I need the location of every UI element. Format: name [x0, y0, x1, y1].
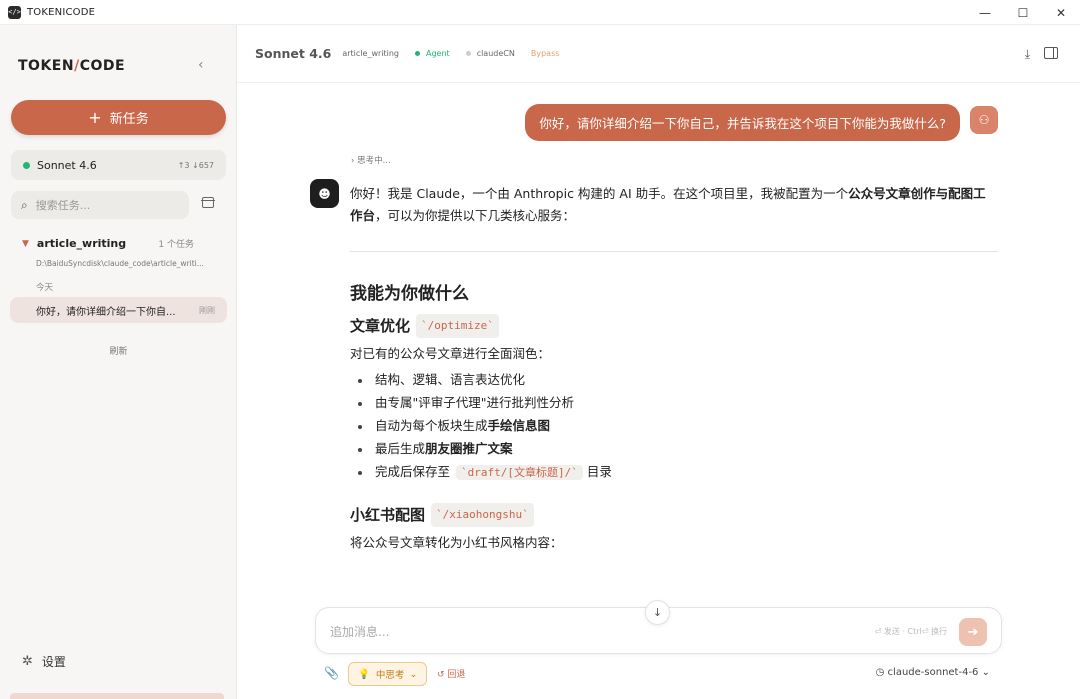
draft-path-code: `draft/[文章标题]/` — [456, 465, 583, 480]
message-placeholder: 追加消息... — [330, 625, 390, 639]
app-title: TOKENICODE — [27, 6, 96, 18]
optimize-desc: 对已有的公众号文章进行全面润色： — [350, 346, 551, 361]
project-task-count: 1 个任务 — [158, 240, 194, 250]
sidebar-bottom-strip — [10, 693, 224, 699]
model-select[interactable]: ◷ claude-sonnet-4-6 ⌄ — [876, 667, 990, 678]
tag-provider: claudeCN — [465, 49, 515, 58]
new-task-button[interactable]: + 新任务 — [11, 100, 226, 135]
token-count: ↑3 ↓657 — [177, 160, 214, 170]
collapse-sidebar-icon[interactable]: ‹ — [198, 57, 204, 73]
close-icon[interactable]: ✕ — [1042, 0, 1080, 25]
rollback-button[interactable]: ↺ 回退 — [437, 667, 465, 680]
thinking-toggle[interactable]: › 思考中... — [351, 154, 391, 166]
subsection-xiaohongshu-heading: 小红书配图 `/xiaohongshu` — [350, 503, 998, 527]
section-heading: 我能为你做什么 — [350, 284, 469, 304]
agent-dot-icon — [415, 51, 420, 56]
project-name: article_writing — [36, 237, 127, 250]
maximize-icon[interactable]: ☐ — [1004, 0, 1042, 25]
assistant-avatar-icon: ☻ — [310, 179, 339, 208]
assistant-message: 你好！我是 Claude，一个由 Anthropic 构建的 AI 助手。在这个… — [350, 183, 998, 558]
chat-area[interactable]: 你好，请你详细介绍一下你自己，并告诉我在这个项目下你能为我做什么? ⚇ › 思考… — [237, 83, 1080, 603]
header-model: Sonnet 4.6 — [255, 46, 332, 61]
sidebar: TOKEN/CODE ‹ + 新任务 Sonnet 4.6 ↑3 ↓657 ⌕ … — [0, 25, 237, 699]
list-item: 自动为每个板块生成手绘信息图 — [358, 415, 998, 437]
window-controls: — ☐ ✕ — [966, 0, 1080, 25]
composer-toolbar: 📎 💡 中思考 ⌄ ↺ 回退 ◷ claude-sonnet-4-6 ⌄ — [315, 660, 1002, 688]
provider-dot-icon — [465, 51, 471, 56]
plus-icon: + — [88, 108, 102, 127]
minimize-icon[interactable]: — — [966, 0, 1004, 25]
search-placeholder: 搜索任务... — [35, 199, 91, 212]
xiaohongshu-desc: 将公众号文章转化为小红书风格内容： — [350, 535, 563, 550]
search-icon: ⌕ — [21, 197, 28, 212]
settings-button[interactable]: ✲ 设置 — [22, 653, 66, 670]
session-item[interactable]: 你好，请你详细介绍一下你自... 刚刚 — [10, 297, 227, 323]
optimize-command: `/optimize` — [416, 314, 499, 338]
optimize-list: 结构、逻辑、语言表达优化 由专属"评审子代理"进行批判性分析 自动为每个板块生成… — [350, 369, 998, 484]
project-group-header[interactable]: ▼ article_writing 1 个任务 — [22, 237, 222, 250]
chevron-down-icon: ⌄ — [981, 667, 990, 678]
intro-paragraph: 你好！我是 Claude，一个由 Anthropic 构建的 AI 助手。在这个… — [350, 186, 986, 223]
gear-icon: ✲ — [22, 654, 33, 669]
send-button[interactable]: ➔ — [959, 618, 987, 646]
session-title: 你好，请你详细介绍一下你自... — [36, 306, 176, 318]
user-message: 你好，请你详细介绍一下你自己，并告诉我在这个项目下你能为我做什么? — [525, 104, 960, 141]
status-dot-icon — [23, 161, 30, 169]
list-item: 完成后保存至 `draft/[文章标题]/` 目录 — [358, 461, 998, 484]
attach-icon[interactable]: 📎 — [324, 666, 339, 680]
xiaohongshu-command: `/xiaohongshu` — [431, 503, 534, 527]
refresh-link[interactable]: 刷新 — [0, 344, 237, 357]
list-item: 结构、逻辑、语言表达优化 — [358, 369, 998, 391]
bulb-icon: 💡 — [358, 668, 370, 680]
title-bar: </> TOKENICODE — ☐ ✕ — [0, 0, 1080, 25]
new-task-label: 新任务 — [109, 112, 149, 127]
tag-bypass: Bypass — [530, 49, 560, 58]
header-actions: ⤓ — [1025, 47, 1058, 62]
model-status[interactable]: Sonnet 4.6 ↑3 ↓657 — [11, 150, 226, 180]
download-icon[interactable]: ⤓ — [1025, 47, 1030, 62]
scroll-down-button[interactable]: ↓ — [645, 600, 670, 625]
session-time: 刚刚 — [199, 305, 215, 315]
archive-icon[interactable] — [201, 197, 215, 208]
chevron-down-icon: ⌄ — [409, 668, 418, 680]
chevron-down-icon: ▼ — [22, 238, 29, 249]
model-status-name: Sonnet 4.6 — [37, 158, 97, 172]
subsection-optimize-heading: 文章优化 `/optimize` — [350, 314, 998, 338]
tag-agent: Agent — [415, 49, 450, 58]
search-input[interactable]: ⌕ 搜索任务... — [11, 191, 189, 219]
chat-header: Sonnet 4.6 article_writing Agent claudeC… — [237, 25, 1080, 83]
header-project: article_writing — [342, 49, 399, 58]
list-item: 最后生成朋友圈推广文案 — [358, 438, 998, 460]
date-group-label: 今天 — [36, 283, 54, 293]
project-path: D:\BaiduSyncdisk\claude_code\article_wri… — [36, 259, 204, 268]
thinking-mode-select[interactable]: 💡 中思考 ⌄ — [348, 662, 428, 686]
send-hint: ⏎ 发送 · Ctrl⏎ 换行 — [874, 627, 947, 636]
clock-icon: ◷ — [875, 667, 885, 678]
logo: TOKEN/CODE — [18, 58, 126, 74]
divider — [350, 251, 998, 252]
app-icon: </> — [8, 5, 21, 19]
user-avatar-icon: ⚇ — [970, 106, 998, 134]
settings-label: 设置 — [41, 655, 66, 669]
list-item: 由专属"评审子代理"进行批判性分析 — [358, 392, 998, 414]
toggle-panel-icon[interactable] — [1044, 47, 1058, 59]
